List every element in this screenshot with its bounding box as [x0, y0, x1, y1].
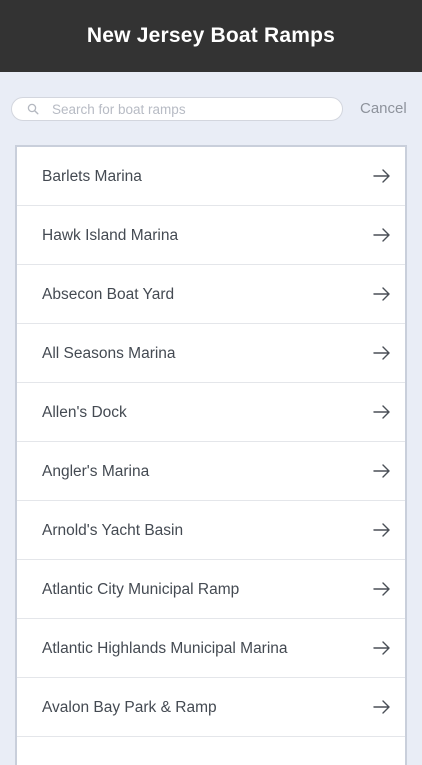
list-item[interactable]: Arnold's Yacht Basin — [17, 501, 405, 560]
arrow-right-icon — [373, 405, 390, 419]
arrow-right-icon — [373, 641, 390, 655]
list-item[interactable] — [17, 737, 405, 765]
list-item[interactable]: Angler's Marina — [17, 442, 405, 501]
arrow-right-icon — [373, 346, 390, 360]
list-item[interactable]: Absecon Boat Yard — [17, 265, 405, 324]
arrow-right-icon — [373, 700, 390, 714]
list-item[interactable]: Allen's Dock — [17, 383, 405, 442]
list-item-label: Barlets Marina — [42, 168, 142, 185]
list-item-label: Atlantic City Municipal Ramp — [42, 581, 240, 598]
boat-ramp-list: Barlets Marina Hawk Island Marina Abseco… — [15, 145, 407, 765]
list-item-label: Avalon Bay Park & Ramp — [42, 699, 217, 716]
list-item[interactable]: Atlantic City Municipal Ramp — [17, 560, 405, 619]
arrow-right-icon — [373, 464, 390, 478]
arrow-right-icon — [373, 228, 390, 242]
list-item[interactable]: All Seasons Marina — [17, 324, 405, 383]
list-item-label: Atlantic Highlands Municipal Marina — [42, 640, 288, 657]
list-item[interactable]: Atlantic Highlands Municipal Marina — [17, 619, 405, 678]
search-input[interactable] — [52, 98, 337, 120]
arrow-right-icon — [373, 523, 390, 537]
app-header: New Jersey Boat Ramps — [0, 0, 422, 72]
page-title: New Jersey Boat Ramps — [86, 24, 336, 47]
list-item-label: Absecon Boat Yard — [42, 286, 175, 303]
search-field[interactable] — [11, 97, 343, 121]
arrow-right-icon — [373, 582, 390, 596]
arrow-right-icon — [373, 169, 390, 183]
list-item-label: Allen's Dock — [42, 404, 127, 421]
list-item-label: All Seasons Marina — [42, 345, 176, 362]
search-bar: Cancel — [0, 72, 422, 146]
cancel-button[interactable]: Cancel — [360, 100, 407, 117]
list-item[interactable]: Hawk Island Marina — [17, 206, 405, 265]
search-icon — [27, 103, 39, 115]
list-item-label: Arnold's Yacht Basin — [42, 522, 184, 539]
list-item-label: Hawk Island Marina — [42, 227, 179, 244]
list-item[interactable]: Avalon Bay Park & Ramp — [17, 678, 405, 737]
list-item-label: Angler's Marina — [42, 463, 150, 480]
list-item[interactable]: Barlets Marina — [17, 147, 405, 206]
arrow-right-icon — [373, 287, 390, 301]
